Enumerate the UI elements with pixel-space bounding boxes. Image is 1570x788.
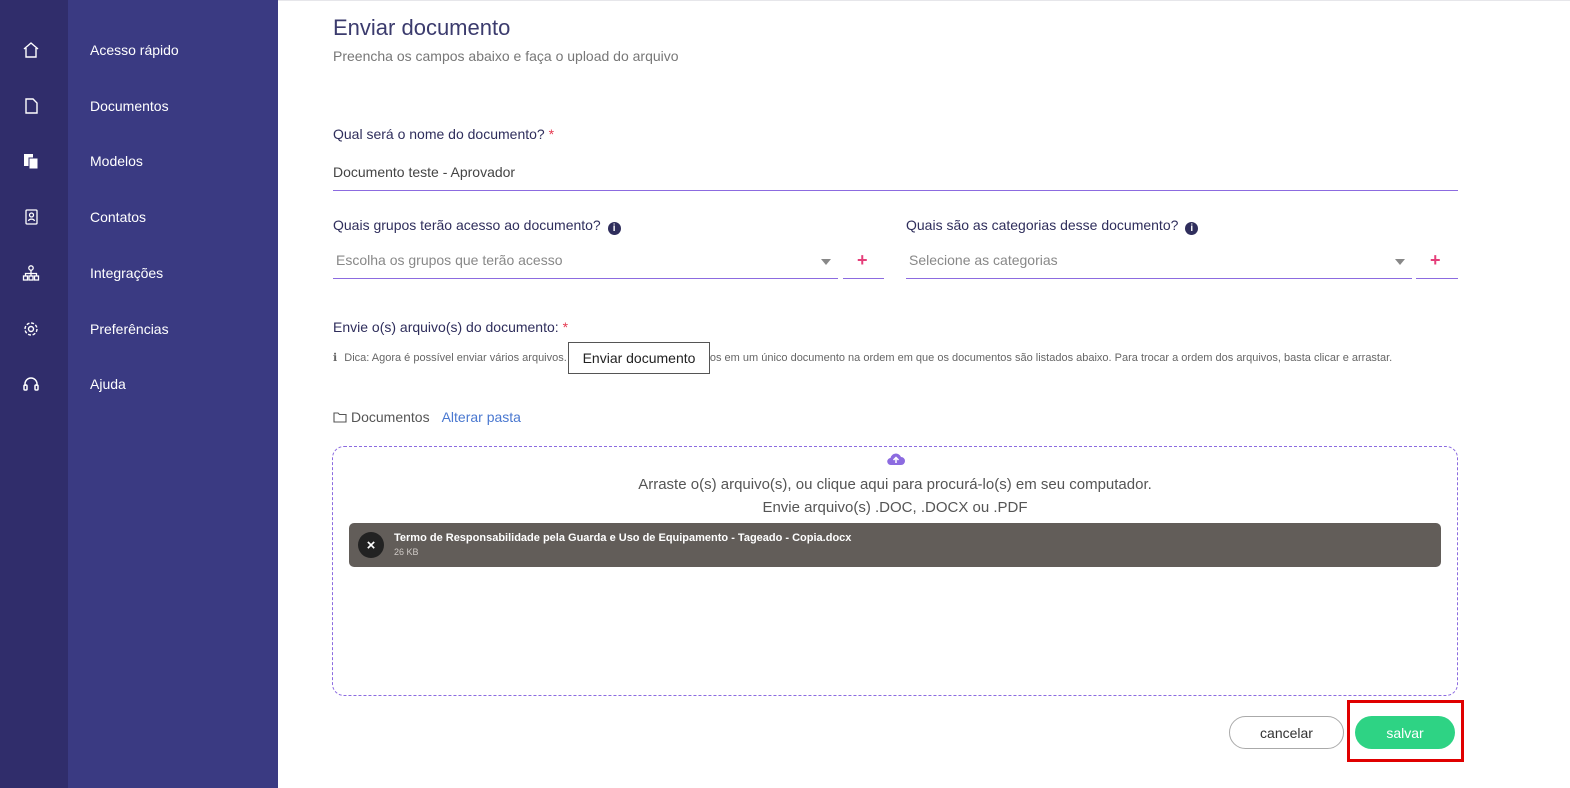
folder-name: Documentos: [351, 409, 430, 425]
integrations-icon[interactable]: [20, 262, 42, 284]
sidebar-item-integracoes[interactable]: Integrações: [90, 265, 163, 281]
sidebar-item-preferencias[interactable]: Preferências: [90, 321, 169, 337]
chevron-down-icon[interactable]: [1395, 259, 1405, 265]
sidebar-item-ajuda[interactable]: Ajuda: [90, 376, 126, 392]
file-name: Termo de Responsabilidade pela Guarda e …: [394, 532, 852, 544]
info-icon[interactable]: i: [1185, 222, 1199, 235]
folder-icon: [333, 412, 347, 423]
files-label-text: Envie o(s) arquivo(s) do documento:: [333, 319, 559, 335]
groups-field-label: Quais grupos terão acesso ao documento? …: [333, 217, 621, 235]
dropzone-file-types: Envie arquivo(s) .DOC, .DOCX ou .PDF: [762, 499, 1028, 516]
name-input-underline: [333, 190, 1458, 191]
add-group-button[interactable]: +: [857, 250, 868, 271]
sidebar-nav-panel: [68, 0, 278, 788]
top-divider: [278, 0, 1570, 1]
categories-select[interactable]: Selecione as categorias: [909, 252, 1058, 268]
tip-message: Dica: Agora é possível enviar vários arq…: [344, 352, 1393, 364]
sidebar-item-acesso-rapido[interactable]: Acesso rápido: [90, 42, 179, 58]
name-field-label: Qual será o nome do documento? *: [333, 126, 554, 142]
files-field-label: Envie o(s) arquivo(s) do documento: *: [333, 319, 568, 335]
name-label-text: Qual será o nome do documento?: [333, 126, 545, 142]
required-mark: *: [562, 319, 569, 335]
file-size: 26 KB: [394, 547, 419, 557]
info-icon[interactable]: i: [607, 222, 621, 235]
headset-icon[interactable]: [20, 373, 42, 395]
tooltip: Enviar documento: [568, 342, 710, 374]
document-icon[interactable]: [20, 95, 42, 117]
tip-text: ℹ Dica: Agora é possível enviar vários a…: [333, 348, 1458, 369]
groups-label-text: Quais grupos terão acesso ao documento?: [333, 217, 601, 233]
sidebar-item-documentos[interactable]: Documentos: [90, 98, 169, 114]
categories-label-text: Quais são as categorias desse documento?: [906, 217, 1179, 233]
document-name-input[interactable]: Documento teste - Aprovador: [333, 164, 515, 180]
groups-select[interactable]: Escolha os grupos que terão acesso: [336, 252, 562, 268]
sidebar-item-modelos[interactable]: Modelos: [90, 153, 143, 169]
change-folder-link[interactable]: Alterar pasta: [442, 409, 521, 425]
uploaded-file-item[interactable]: × Termo de Responsabilidade pela Guarda …: [349, 523, 1441, 567]
add-category-button[interactable]: +: [1430, 250, 1441, 271]
remove-file-button[interactable]: ×: [358, 532, 384, 558]
add-category-underline: [1416, 278, 1458, 279]
required-mark: *: [548, 126, 555, 142]
categories-select-underline: [906, 278, 1412, 279]
dropzone-instruction: Arraste o(s) arquivo(s), ou clique aqui …: [638, 476, 1152, 493]
folder-row: Documentos Alterar pasta: [333, 409, 521, 425]
categories-field-label: Quais são as categorias desse documento?…: [906, 217, 1199, 235]
chevron-down-icon[interactable]: [821, 259, 831, 265]
sidebar-item-contatos[interactable]: Contatos: [90, 209, 146, 225]
groups-select-underline: [333, 278, 838, 279]
highlight-box: [1347, 700, 1464, 762]
templates-icon[interactable]: [20, 150, 42, 172]
cloud-upload-icon: [886, 451, 906, 472]
page-subtitle: Preencha os campos abaixo e faça o uploa…: [333, 48, 679, 64]
contacts-icon[interactable]: [20, 206, 42, 228]
home-icon[interactable]: [20, 39, 42, 61]
tip-info-icon: ℹ: [333, 352, 338, 364]
cancel-button[interactable]: cancelar: [1229, 716, 1344, 749]
page-title: Enviar documento: [333, 15, 511, 40]
gear-icon[interactable]: [20, 318, 42, 340]
add-group-underline: [843, 278, 884, 279]
